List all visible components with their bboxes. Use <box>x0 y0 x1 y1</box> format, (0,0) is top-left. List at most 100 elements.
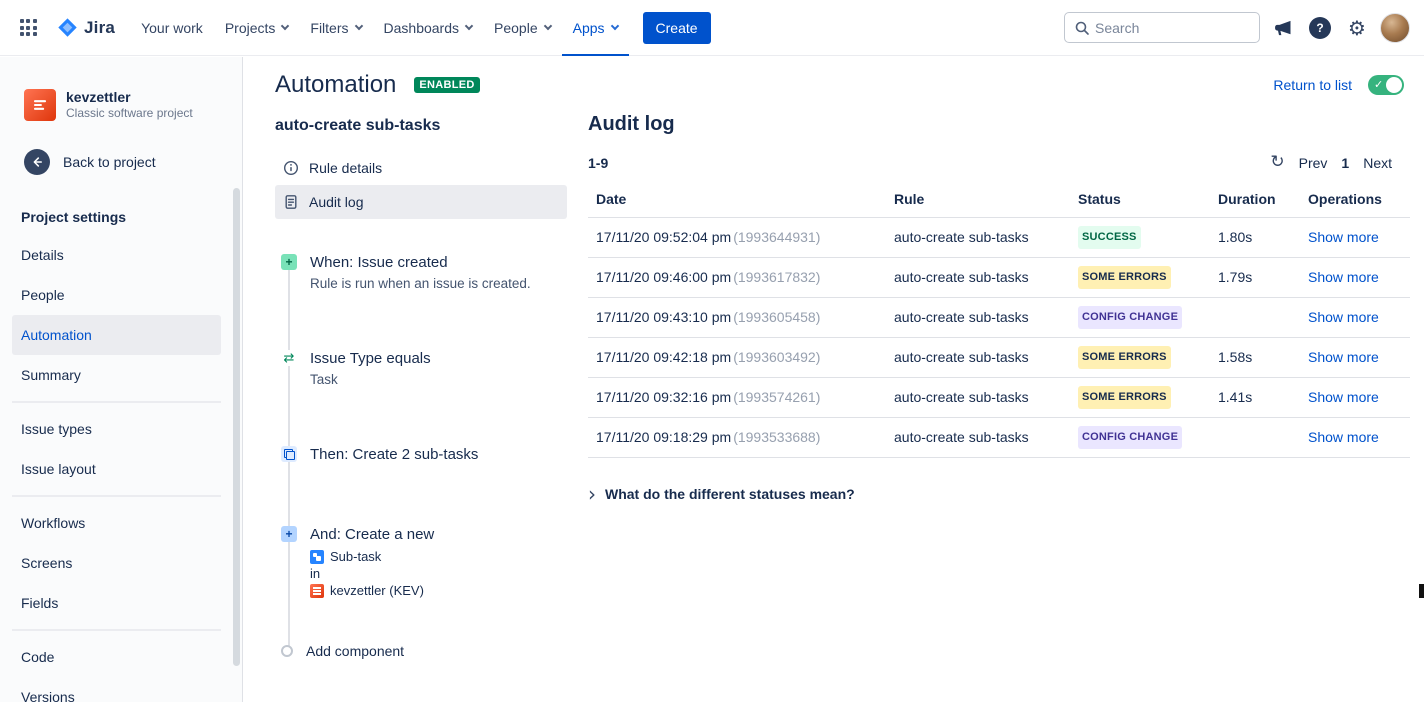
sidebar-item-summary[interactable]: Summary <box>12 355 221 395</box>
back-to-project-button[interactable]: Back to project <box>0 121 242 175</box>
column-header-status: Status <box>1070 185 1210 218</box>
sidebar-scrollbar-thumb[interactable] <box>233 188 240 666</box>
status-badge: SOME ERRORS <box>1078 386 1171 409</box>
nav-filters[interactable]: Filters <box>299 0 372 56</box>
create-button[interactable]: Create <box>643 12 711 44</box>
audit-meta: 1-9 ↻ Prev 1 Next <box>588 154 1410 171</box>
jira-logo[interactable]: Jira <box>50 17 122 38</box>
log-duration: 1.80s <box>1210 218 1300 258</box>
return-to-list-link[interactable]: Return to list <box>1273 77 1352 93</box>
sidebar-item-people[interactable]: People <box>12 275 221 315</box>
sidebar-item-issue-layout[interactable]: Issue layout <box>12 449 221 489</box>
rule-branch-action[interactable]: + And: Create a new Sub-task in kevzettl… <box>275 525 567 599</box>
nav-label: Filters <box>310 20 348 36</box>
chevron-down-icon <box>610 21 618 29</box>
pagination-prev[interactable]: Prev <box>1299 155 1328 171</box>
log-duration <box>1210 418 1300 458</box>
condition-value: Task <box>310 371 567 389</box>
search-input[interactable] <box>1095 20 1253 36</box>
sidebar-item-issue-types[interactable]: Issue types <box>12 409 221 449</box>
settings-button[interactable]: ⚙ <box>1343 14 1371 42</box>
log-date: 17/11/20 09:52:04 pm <box>596 229 731 245</box>
sidebar-section-title: Project settings <box>0 209 242 235</box>
status-badge: CONFIG CHANGE <box>1078 306 1182 329</box>
rule-name: auto-create sub-tasks <box>275 117 567 135</box>
nav-label: People <box>494 20 538 36</box>
help-button[interactable]: ? <box>1306 14 1334 42</box>
project-avatar-icon <box>310 584 324 598</box>
user-avatar[interactable] <box>1380 13 1410 43</box>
table-row: 17/11/20 09:18:29 pm(1993533688) auto-cr… <box>588 418 1410 458</box>
chevron-down-icon <box>465 21 473 29</box>
help-icon: ? <box>1309 17 1331 39</box>
branch-issue-type: Sub-task <box>330 548 381 565</box>
statuses-question: What do the different statuses mean? <box>605 486 855 502</box>
action-title: Then: Create 2 sub-tasks <box>310 445 567 464</box>
nav-people[interactable]: People <box>483 0 562 56</box>
show-more-link[interactable]: Show more <box>1308 309 1379 325</box>
status-badge: SOME ERRORS <box>1078 346 1171 369</box>
page-scrollbar-thumb[interactable] <box>1419 584 1424 598</box>
show-more-link[interactable]: Show more <box>1308 389 1379 405</box>
show-more-link[interactable]: Show more <box>1308 269 1379 285</box>
sidebar-item-code[interactable]: Code <box>12 637 221 677</box>
feedback-button[interactable] <box>1269 14 1297 42</box>
sidebar-item-fields[interactable]: Fields <box>12 583 221 623</box>
pagination-current-page[interactable]: 1 <box>1341 155 1349 171</box>
chevron-down-icon <box>281 21 289 29</box>
rule-trigger[interactable]: + When: Issue created Rule is run when a… <box>275 253 567 293</box>
show-more-link[interactable]: Show more <box>1308 429 1379 445</box>
log-date: 17/11/20 09:43:10 pm <box>596 309 731 325</box>
table-row: 17/11/20 09:43:10 pm(1993605458) auto-cr… <box>588 298 1410 338</box>
audit-log-icon <box>283 194 299 210</box>
trigger-title: When: Issue created <box>310 253 567 272</box>
nav-apps[interactable]: Apps <box>562 0 629 56</box>
table-row: 17/11/20 09:32:16 pm(1993574261) auto-cr… <box>588 378 1410 418</box>
question-glyph: ? <box>1316 21 1323 35</box>
topnav-right: ? ⚙ <box>1064 12 1410 43</box>
megaphone-icon <box>1273 18 1293 38</box>
log-id: (1993644931) <box>733 229 820 245</box>
show-more-link[interactable]: Show more <box>1308 229 1379 245</box>
sidebar-item-workflows[interactable]: Workflows <box>12 503 221 543</box>
page-title: Automation <box>275 71 396 99</box>
nav-projects[interactable]: Projects <box>214 0 300 56</box>
log-date: 17/11/20 09:32:16 pm <box>596 389 731 405</box>
rule-enabled-toggle[interactable]: ✓ <box>1368 75 1404 95</box>
add-component-icon <box>281 645 293 657</box>
column-header-operations: Operations <box>1300 185 1410 218</box>
rule-action[interactable]: Then: Create 2 sub-tasks <box>275 445 567 464</box>
toggle-knob <box>1386 77 1402 93</box>
app-switcher-button[interactable] <box>12 12 44 44</box>
add-component-button[interactable]: Add component <box>275 643 567 659</box>
nav-dashboards[interactable]: Dashboards <box>373 0 484 56</box>
sidebar-item-versions[interactable]: Versions <box>12 677 221 702</box>
gear-icon: ⚙ <box>1348 18 1366 38</box>
refresh-icon[interactable]: ↻ <box>1270 154 1284 171</box>
project-avatar <box>24 89 56 121</box>
log-rule: auto-create sub-tasks <box>886 418 1070 458</box>
status-badge: SUCCESS <box>1078 226 1141 249</box>
show-more-link[interactable]: Show more <box>1308 349 1379 365</box>
main-header: Automation ENABLED Return to list ✓ <box>244 57 1424 99</box>
log-rule: auto-create sub-tasks <box>886 378 1070 418</box>
log-duration: 1.79s <box>1210 258 1300 298</box>
search-icon <box>1074 20 1090 36</box>
log-date: 17/11/20 09:18:29 pm <box>596 429 731 445</box>
sidebar-item-automation[interactable]: Automation <box>12 315 221 355</box>
project-avatar-glyph <box>31 96 49 114</box>
nav-your-work[interactable]: Your work <box>130 0 214 56</box>
main-content: Automation ENABLED Return to list ✓ auto… <box>244 57 1424 702</box>
rule-chain: + When: Issue created Rule is run when a… <box>275 253 567 659</box>
tab-rule-details[interactable]: Rule details <box>275 151 567 185</box>
table-header-row: Date Rule Status Duration Operations <box>588 185 1410 218</box>
rule-condition[interactable]: ⇄ Issue Type equals Task <box>275 349 567 389</box>
create-subtasks-icon <box>281 446 297 462</box>
sidebar-item-screens[interactable]: Screens <box>12 543 221 583</box>
pagination-next[interactable]: Next <box>1363 155 1392 171</box>
sidebar-divider <box>12 401 221 403</box>
tab-audit-log[interactable]: Audit log <box>275 185 567 219</box>
sidebar-item-details[interactable]: Details <box>12 235 221 275</box>
statuses-disclosure[interactable]: › What do the different statuses mean? <box>588 486 1410 502</box>
add-component-label: Add component <box>306 643 404 659</box>
